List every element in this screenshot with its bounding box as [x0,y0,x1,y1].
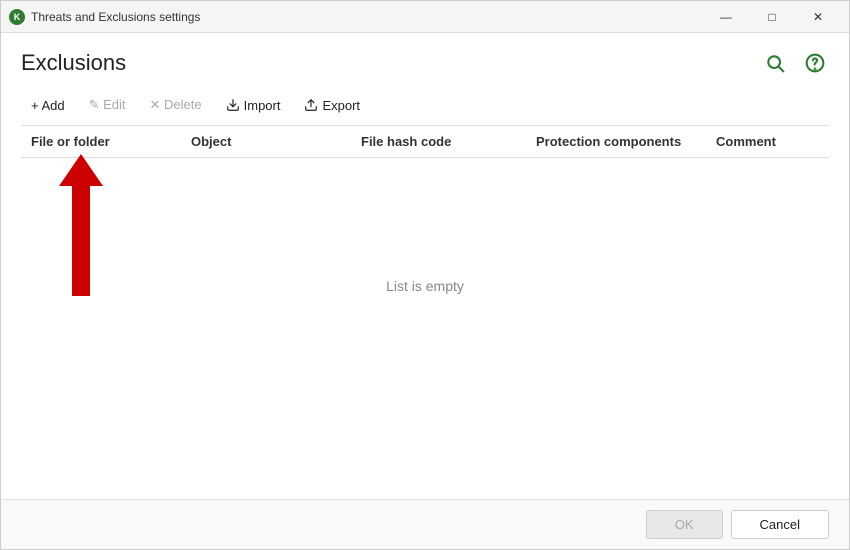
title-bar: Threats and Exclusions settings — □ ✕ [1,1,849,33]
help-button[interactable] [801,49,829,77]
minimize-button[interactable]: — [703,1,749,33]
col-object: Object [181,126,351,158]
ok-button[interactable]: OK [646,510,723,539]
table-container: File or folder Object File hash code Pro… [21,126,829,499]
title-bar-left: Threats and Exclusions settings [9,9,200,25]
main-content: Exclusions + Add ✎ Edit ✕ Delete [1,33,849,499]
table-header-row: File or folder Object File hash code Pro… [21,126,829,158]
toolbar: + Add ✎ Edit ✕ Delete Import Export [21,93,829,126]
kaspersky-icon [9,9,25,25]
delete-button[interactable]: ✕ Delete [140,93,212,117]
col-file-folder: File or folder [21,126,181,158]
page-header: Exclusions [21,49,829,77]
close-button[interactable]: ✕ [795,1,841,33]
header-icons [761,49,829,77]
empty-row: List is empty [21,158,829,415]
search-button[interactable] [761,49,789,77]
exclusions-table: File or folder Object File hash code Pro… [21,126,829,414]
import-button[interactable]: Import [216,94,291,117]
export-button[interactable]: Export [294,94,370,117]
cancel-button[interactable]: Cancel [731,510,829,539]
edit-button[interactable]: ✎ Edit [79,93,136,117]
import-icon [226,98,240,112]
window-title: Threats and Exclusions settings [31,10,200,24]
maximize-button[interactable]: □ [749,1,795,33]
add-button[interactable]: + Add [21,94,75,117]
col-file-hash: File hash code [351,126,526,158]
export-icon [304,98,318,112]
search-icon [765,53,785,73]
title-bar-controls: — □ ✕ [703,1,841,33]
help-icon [805,53,825,73]
empty-message: List is empty [21,158,829,414]
page-title: Exclusions [21,50,126,76]
footer: OK Cancel [1,499,849,549]
col-protection: Protection components [526,126,706,158]
col-comment: Comment [706,126,829,158]
